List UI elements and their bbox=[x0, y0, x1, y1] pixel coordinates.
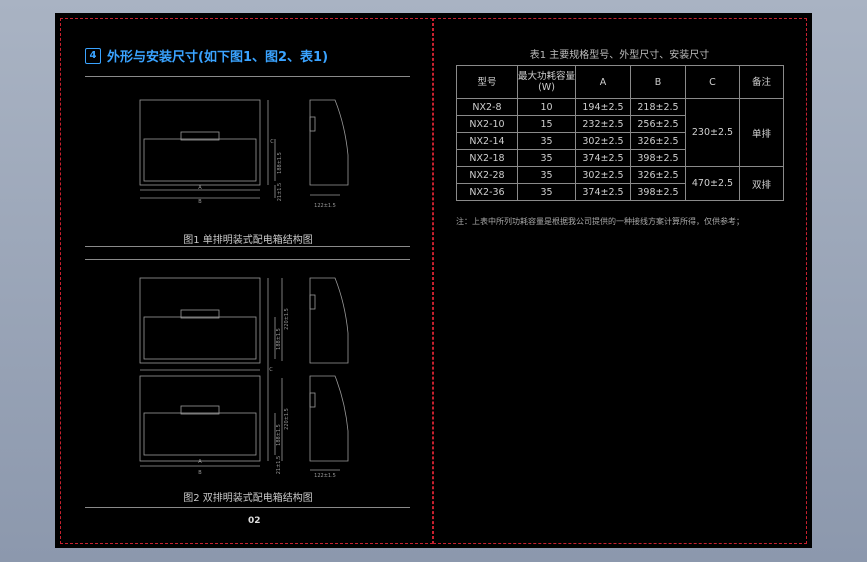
header-cell: 备注 bbox=[739, 65, 784, 99]
fig2-dim-h1b: 188±1.5 bbox=[276, 424, 282, 446]
dim-a-cell: 232±2.5 bbox=[575, 115, 631, 133]
fig1-dim-b: B bbox=[198, 199, 202, 205]
section-number: 4 bbox=[85, 47, 101, 64]
footer-rule bbox=[85, 507, 410, 508]
model-cell: NX2-36 bbox=[456, 183, 518, 201]
fig2-dim-h2: 220±1.5 bbox=[284, 308, 290, 330]
model-cell: NX2-18 bbox=[456, 149, 518, 167]
header-cell: 型号 bbox=[456, 65, 518, 99]
header-cell: C bbox=[685, 65, 740, 99]
power-cell: 15 bbox=[517, 115, 576, 133]
fig2-dim-c: C bbox=[269, 367, 273, 373]
dim-b-cell: 256±2.5 bbox=[630, 115, 686, 133]
section-title-text: 外形与安装尺寸(如下图1、图2、表1) bbox=[107, 50, 329, 65]
table-row: NX2-8 10 194±2.5 218±2.5 230±2.5 单排 bbox=[456, 98, 784, 167]
fig1-dim-c: C bbox=[270, 139, 274, 145]
dim-b-cell: 218±2.5 bbox=[630, 98, 686, 116]
page-number: 02 bbox=[248, 516, 261, 526]
dim-b-cell: 326±2.5 bbox=[630, 132, 686, 150]
dim-b-cell: 398±2.5 bbox=[630, 183, 686, 201]
dim-a-cell: 374±2.5 bbox=[575, 183, 631, 201]
power-cell: 35 bbox=[517, 149, 576, 167]
fig2-dim-h1: 188±1.5 bbox=[276, 328, 282, 350]
table-caption: 表1 主要规格型号、外型尺寸、安装尺寸 bbox=[529, 50, 710, 61]
fig1-dim-h2: 21±1.5 bbox=[277, 183, 283, 202]
divider-1 bbox=[85, 246, 410, 247]
model-cell: NX2-10 bbox=[456, 115, 518, 133]
fig2-dim-h2b: 220±1.5 bbox=[284, 408, 290, 430]
dim-c-cell: 470±2.5 bbox=[685, 166, 740, 201]
dim-c-cell: 230±2.5 bbox=[685, 98, 740, 167]
dim-a-cell: 302±2.5 bbox=[575, 132, 631, 150]
section-title: 4 外形与安装尺寸(如下图1、图2、表1) bbox=[85, 46, 328, 65]
divider-2 bbox=[85, 259, 410, 260]
spec-table: 型号 最大功耗容量(W) A B C 备注 NX2-8 10 194±2.5 2… bbox=[456, 65, 784, 201]
fig1-dim-h1: 188±1.5 bbox=[277, 152, 283, 174]
header-cell: A bbox=[575, 65, 631, 99]
power-cell: 35 bbox=[517, 132, 576, 150]
header-cell: 最大功耗容量(W) bbox=[517, 65, 576, 99]
power-cell: 35 bbox=[517, 166, 576, 184]
power-cell: 35 bbox=[517, 183, 576, 201]
fig2-dim-a: A bbox=[198, 459, 202, 465]
table-footnote: 注：上表中所列功耗容量是根据我公司提供的一种接线方案计算所得，仅供参考； bbox=[456, 217, 744, 226]
fig1-dim-depth: 122±1.5 bbox=[314, 203, 336, 209]
dim-b-cell: 326±2.5 bbox=[630, 166, 686, 184]
table-header-row: 型号 最大功耗容量(W) A B C 备注 bbox=[456, 65, 784, 99]
model-cell: NX2-8 bbox=[456, 98, 518, 116]
dim-a-cell: 374±2.5 bbox=[575, 149, 631, 167]
figure-2-caption: 图2 双排明装式配电箱结构图 bbox=[183, 493, 313, 504]
title-rule bbox=[85, 76, 410, 77]
table-row: NX2-28 35 302±2.5 326±2.5 470±2.5 双排 bbox=[456, 166, 784, 201]
fig2-dim-depth: 122±1.5 bbox=[314, 473, 336, 479]
fig2-dim-h3: 21±1.5 bbox=[276, 456, 282, 475]
remark-cell: 单排 bbox=[739, 98, 784, 167]
dim-b-cell: 398±2.5 bbox=[630, 149, 686, 167]
figure-2-drawing: A B C 188±1.5 220±1.5 188±1.5 220±1.5 21… bbox=[139, 277, 349, 479]
remark-cell: 双排 bbox=[739, 166, 784, 201]
dim-a-cell: 302±2.5 bbox=[575, 166, 631, 184]
drawing-sheet: 4 外形与安装尺寸(如下图1、图2、表1) A B C 188±1.5 21±1… bbox=[55, 13, 812, 548]
figure-1-drawing: A B C 188±1.5 21±1.5 122±1.5 bbox=[139, 99, 349, 209]
power-cell: 10 bbox=[517, 98, 576, 116]
fig2-dim-b: B bbox=[198, 470, 202, 476]
figure-1-caption: 图1 单排明装式配电箱结构图 bbox=[183, 235, 313, 246]
model-cell: NX2-28 bbox=[456, 166, 518, 184]
dim-a-cell: 194±2.5 bbox=[575, 98, 631, 116]
header-cell: B bbox=[630, 65, 686, 99]
fig1-dim-a: A bbox=[198, 185, 202, 191]
model-cell: NX2-14 bbox=[456, 132, 518, 150]
